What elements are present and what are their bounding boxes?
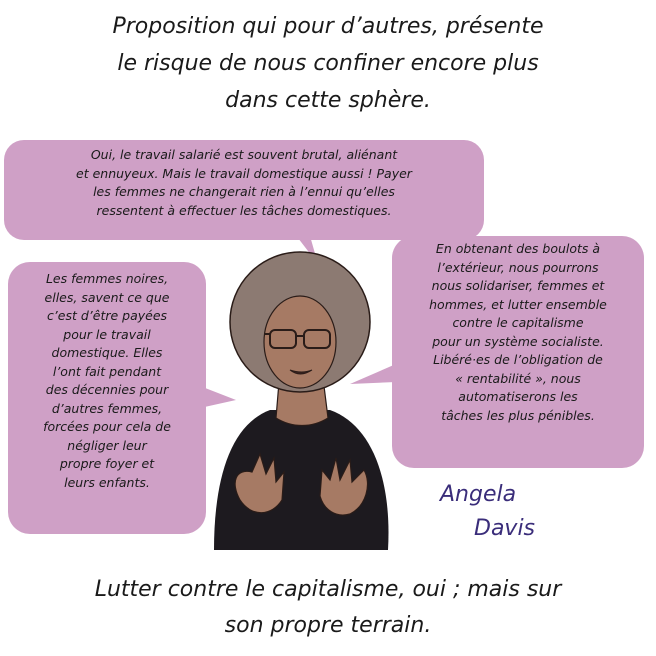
top-caption-line: le risque de nous confiner encore plus: [117, 51, 539, 76]
bubble-line: Les femmes noires,: [45, 271, 169, 286]
bubble-line: d’autres femmes,: [51, 400, 163, 416]
bubble-line: tâches les plus pénibles.: [441, 407, 595, 423]
bottom-caption-line: Lutter contre le capitalisme, oui ; mais…: [94, 577, 562, 602]
bubble-line: nous solidariser, femmes et: [431, 278, 605, 293]
bottom-caption: Lutter contre le capitalisme, oui ; mais…: [20, 572, 636, 644]
bubble-line: négliger leur: [67, 437, 147, 453]
speech-bubble-right: En obtenant des boulots à l’extérieur, n…: [392, 236, 644, 468]
speech-bubble-left: Les femmes noires, elles, savent ce que …: [8, 262, 206, 534]
bubble-line: l’extérieur, nous pourrons: [437, 259, 599, 275]
bubble-line: elles, savent ce que: [44, 289, 170, 305]
signature-last-name: Davis: [474, 516, 536, 541]
top-caption-line: dans cette sphère.: [225, 88, 431, 113]
bubble-line: pour un système socialiste.: [432, 333, 604, 349]
bubble-line: ressentent à effectuer les tâches domest…: [96, 202, 392, 218]
bubble-line: hommes, et lutter ensemble: [429, 296, 607, 312]
bubble-line: l’ont fait pendant: [52, 363, 162, 379]
speech-bubble-top: Oui, le travail salarié est souvent brut…: [4, 140, 484, 240]
top-caption-line: Proposition qui pour d’autres, présente: [112, 14, 544, 39]
bubble-line: Oui, le travail salarié est souvent brut…: [90, 147, 398, 162]
signature-first-name: Angela: [440, 482, 517, 507]
bubble-line: des décennies pour: [45, 382, 169, 397]
bubble-line: pour le travail: [63, 326, 151, 342]
bubble-line: « rentabilité », nous: [455, 370, 581, 386]
bubble-line: contre le capitalisme: [452, 315, 584, 330]
bubble-line: propre foyer et: [59, 456, 155, 471]
bubble-line: Libéré·es de l’obligation de: [433, 352, 603, 367]
bubble-line: les femmes ne changerait rien à l’ennui …: [93, 184, 395, 199]
bubble-line: forcées pour cela de: [43, 419, 171, 434]
bubble-line: c’est d’être payées: [46, 308, 168, 323]
bubble-line: leurs enfants.: [64, 474, 150, 490]
angela-davis-illustration: [214, 251, 389, 550]
signature: Angela Davis: [418, 478, 558, 546]
top-caption: Proposition qui pour d’autres, présente …: [20, 8, 636, 119]
bubble-line: automatiserons les: [458, 389, 578, 404]
bottom-caption-line: son propre terrain.: [224, 613, 432, 638]
bubble-line: En obtenant des boulots à: [435, 241, 601, 256]
bubble-line: domestique. Elles: [51, 345, 163, 360]
bubble-line: et ennuyeux. Mais le travail domestique …: [76, 165, 412, 181]
